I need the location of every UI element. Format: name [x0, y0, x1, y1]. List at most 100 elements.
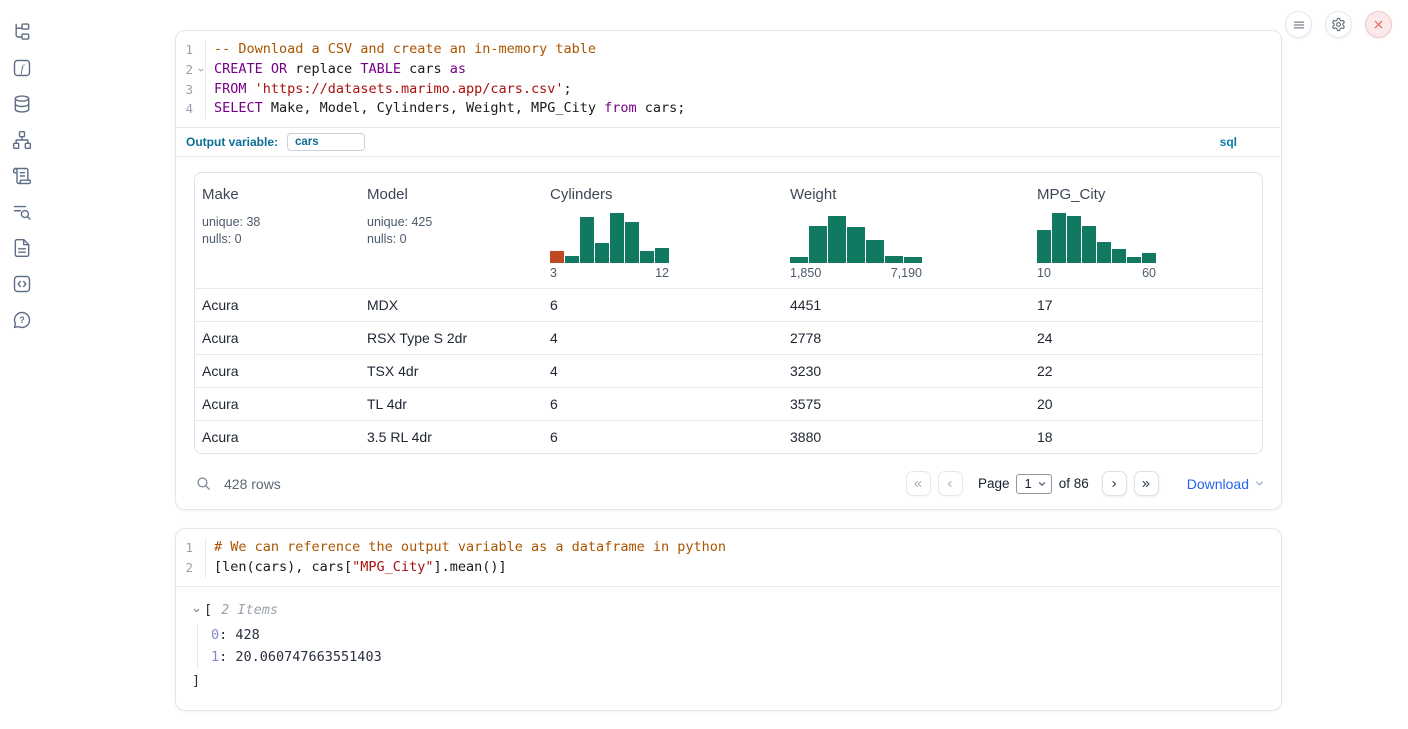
sql-code-editor[interactable]: 1234 -- Download a CSV and create an in-… — [176, 31, 1281, 127]
histogram-bars — [550, 211, 783, 263]
column-name: Model — [367, 186, 543, 203]
histogram-bar — [1067, 216, 1081, 263]
column-name: Make — [202, 186, 360, 203]
output-variable-input[interactable] — [287, 133, 365, 151]
line-number: 1 — [176, 538, 205, 558]
table-cell: Acura — [195, 429, 360, 445]
column-header-cylinders[interactable]: Cylinders 312 — [543, 186, 783, 280]
page-total-label: of 86 — [1059, 476, 1089, 491]
histogram-bar — [550, 251, 564, 263]
column-histogram: 312 — [550, 211, 783, 280]
next-page-button[interactable] — [1102, 471, 1127, 496]
dependency-graph-icon[interactable] — [12, 130, 32, 150]
scratchpad-icon[interactable] — [12, 166, 32, 186]
python-output-area: [ 2 Items 0: 4281: 20.060747663551403 ] — [176, 586, 1281, 710]
histogram-bar — [580, 217, 594, 263]
code-line[interactable]: FROM 'https://datasets.marimo.app/cars.c… — [214, 80, 685, 100]
histogram-bar — [1082, 226, 1096, 263]
search-icon[interactable] — [195, 475, 212, 492]
code-line[interactable]: -- Download a CSV and create an in-memor… — [214, 40, 685, 60]
last-page-button[interactable] — [1134, 471, 1159, 496]
pagination: Page 1 of 86 Download — [906, 471, 1265, 496]
close-icon — [1372, 18, 1385, 31]
sidebar: f? — [0, 0, 44, 330]
histogram-bar — [640, 251, 654, 263]
code-token: TABLE — [360, 61, 401, 77]
histogram-bar — [828, 216, 846, 263]
menu-button[interactable] — [1285, 11, 1312, 38]
file-explorer-icon[interactable] — [12, 22, 32, 42]
histogram-bar — [595, 243, 609, 263]
page-select[interactable]: 1 — [1016, 474, 1051, 494]
settings-button[interactable] — [1325, 11, 1352, 38]
page-select-value: 1 — [1024, 476, 1031, 491]
table-header: Make unique: 38nulls: 0 Model unique: 425nu… — [195, 173, 1262, 288]
table-row: AcuraTSX 4dr4323022 — [195, 354, 1262, 387]
page-label: Page — [978, 476, 1010, 491]
first-page-button[interactable] — [906, 471, 931, 496]
code-line[interactable]: CREATE OR replace TABLE cars as — [214, 60, 685, 80]
menu-icon — [1292, 18, 1306, 32]
table-cell: 4451 — [783, 297, 1030, 313]
histogram-bar — [1037, 230, 1051, 263]
python-code-editor[interactable]: 12 # We can reference the output variabl… — [176, 529, 1281, 586]
line-number: 2 — [176, 60, 205, 80]
histogram-max-label: 60 — [1142, 266, 1156, 280]
sql-output-area: Make unique: 38nulls: 0 Model unique: 425nu… — [176, 156, 1281, 460]
histogram-min-label: 1,850 — [790, 266, 821, 280]
column-stats: unique: 38nulls: 0 — [202, 214, 360, 247]
variables-icon[interactable]: f — [12, 58, 32, 78]
documentation-icon[interactable] — [12, 238, 32, 258]
line-number-gutter: 1234 — [176, 40, 206, 119]
code-area[interactable]: # We can reference the output variable a… — [206, 538, 726, 578]
line-number: 2 — [176, 558, 205, 578]
histogram-max-label: 12 — [655, 266, 669, 280]
column-name: MPG_City — [1037, 186, 1262, 203]
svg-text:f: f — [21, 63, 26, 75]
notebook-area: 1234 -- Download a CSV and create an in-… — [175, 30, 1282, 711]
column-header-weight[interactable]: Weight1,8507,190 — [783, 186, 1030, 280]
help-chat-icon[interactable]: ? — [12, 310, 32, 330]
table-cell: Acura — [195, 363, 360, 379]
logs-icon[interactable] — [12, 202, 32, 222]
code-line[interactable]: [len(cars), cars["MPG_City"].mean()] — [214, 558, 726, 578]
data-sources-icon[interactable] — [12, 94, 32, 114]
column-histogram: 1060 — [1037, 211, 1262, 280]
code-line[interactable]: # We can reference the output variable a… — [214, 538, 726, 558]
code-area[interactable]: -- Download a CSV and create an in-memor… — [206, 40, 685, 119]
table-cell: 3880 — [783, 429, 1030, 445]
table-row: AcuraTL 4dr6357520 — [195, 387, 1262, 420]
histogram-bar — [790, 257, 808, 263]
collapse-chevron-icon[interactable] — [192, 606, 204, 615]
histogram-bars — [1037, 211, 1262, 263]
table-row: Acura3.5 RL 4dr6388018 — [195, 420, 1262, 453]
tree-entry: 0: 428 — [211, 624, 1265, 647]
table-cell: RSX Type S 2dr — [360, 330, 543, 346]
prev-page-button[interactable] — [938, 471, 963, 496]
column-stats: unique: 425nulls: 0 — [367, 214, 543, 247]
column-header-model[interactable]: Model unique: 425nulls: 0 — [360, 186, 543, 280]
column-header-make[interactable]: Make unique: 38nulls: 0 — [195, 186, 360, 280]
histogram-max-label: 7,190 — [891, 266, 922, 280]
table-cell: Acura — [195, 297, 360, 313]
snippets-icon[interactable] — [12, 274, 32, 294]
histogram-bar — [565, 256, 579, 263]
close-button[interactable] — [1365, 11, 1392, 38]
download-button[interactable]: Download — [1187, 476, 1265, 492]
table-cell: 17 — [1030, 297, 1262, 313]
output-variable-label: Output variable: — [186, 135, 278, 149]
histogram-bar — [1112, 249, 1126, 263]
column-name: Cylinders — [550, 186, 783, 203]
tree-root-row: [ 2 Items — [192, 600, 1265, 621]
table-cell: 3575 — [783, 396, 1030, 412]
column-header-mpg_city[interactable]: MPG_City 1060 — [1030, 186, 1262, 280]
window-controls — [1285, 11, 1392, 38]
code-token: -- Download a CSV and create an in-memor… — [214, 41, 596, 57]
code-token: [len(cars), cars[ — [214, 559, 352, 575]
tree-entry: 1: 20.060747663551403 — [211, 646, 1265, 669]
fold-chevron-icon[interactable] — [197, 66, 205, 74]
code-line[interactable]: SELECT Make, Model, Cylinders, Weight, M… — [214, 99, 685, 119]
line-number-gutter: 12 — [176, 538, 206, 578]
code-token: cars; — [637, 100, 686, 116]
tree-entry-value: : 428 — [219, 627, 260, 643]
